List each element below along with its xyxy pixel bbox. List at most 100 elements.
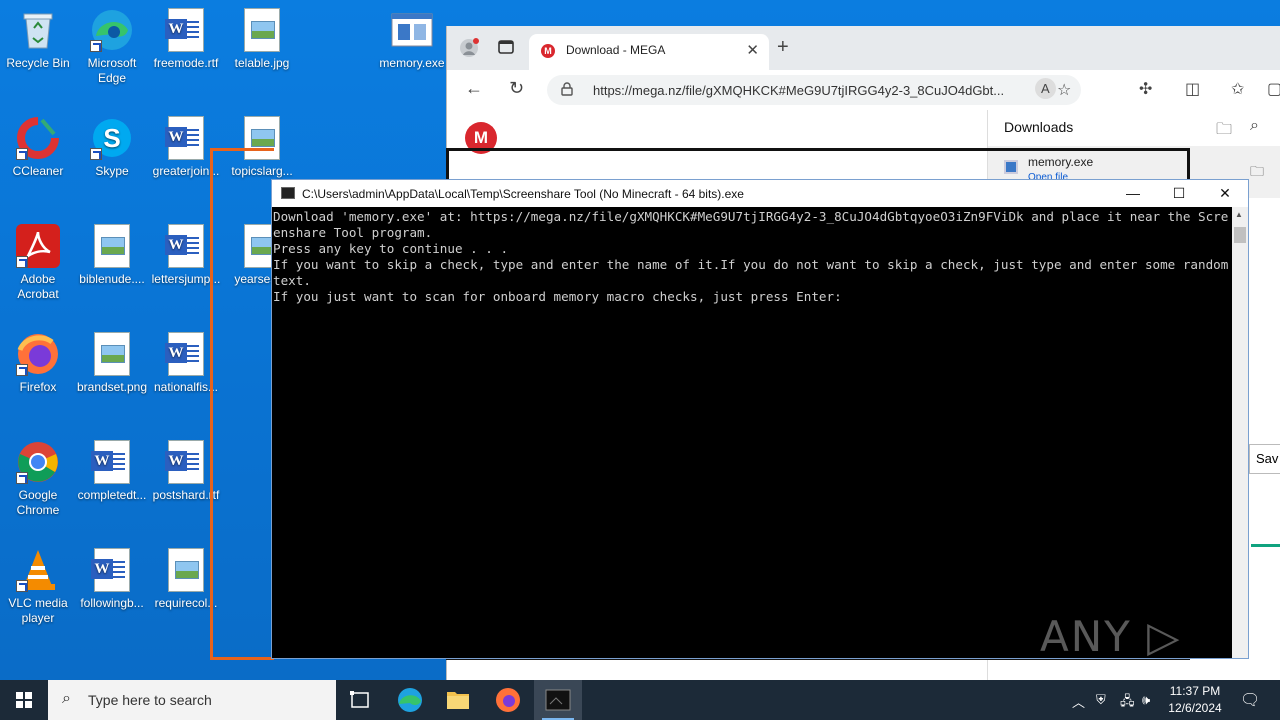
- mega-favicon-icon: M: [541, 44, 555, 58]
- desktop-icon-label: brandset.png: [76, 380, 148, 394]
- svg-text:S: S: [103, 123, 120, 153]
- windows-logo-icon: [16, 692, 32, 708]
- lock-icon[interactable]: [561, 82, 573, 99]
- word-document-icon: W: [164, 440, 208, 484]
- desktop-icon-label: Adobe Acrobat: [17, 272, 59, 301]
- taskbar-console[interactable]: [534, 680, 582, 720]
- new-tab-icon[interactable]: +: [777, 36, 789, 59]
- split-screen-icon[interactable]: ◫: [1185, 79, 1200, 99]
- open-downloads-folder-icon[interactable]: 🗀: [1216, 118, 1232, 145]
- address-bar[interactable]: https://mega.nz/file/gXMQHKCK#MeG9U7tjIR…: [547, 75, 1081, 105]
- task-view-button[interactable]: [336, 680, 384, 720]
- folder-icon: [447, 692, 469, 709]
- favorite-star-icon[interactable]: ☆: [1057, 80, 1071, 100]
- desktop-icon-label: VLC media player: [8, 596, 68, 625]
- desktop-icon-skype[interactable]: S Skype: [74, 116, 150, 179]
- collections-icon[interactable]: ▢: [1267, 79, 1280, 99]
- taskbar-search[interactable]: ⌕ Type here to search: [48, 680, 336, 720]
- desktop-icon-label: followingb...: [80, 596, 144, 610]
- desktop-icon-image-file[interactable]: brandset.png: [74, 332, 150, 395]
- desktop-icon-label: Google Chrome: [16, 488, 60, 517]
- desktop-icon-label: completedt...: [77, 488, 147, 502]
- extensions-icon[interactable]: ✣: [1139, 79, 1152, 99]
- desktop-icon-image-file[interactable]: telable.jpg: [224, 8, 300, 71]
- network-icon[interactable]: 🖧: [1120, 692, 1135, 714]
- desktop-icon-image-file[interactable]: biblenude....: [74, 224, 150, 287]
- desktop-icon-adobe-acrobat[interactable]: Adobe Acrobat: [0, 224, 76, 302]
- security-icon[interactable]: ⛨: [1096, 692, 1106, 708]
- url-text: https://mega.nz/file/gXMQHKCK#MeG9U7tjIR…: [593, 83, 1005, 98]
- image-file-icon: [164, 548, 208, 592]
- desktop-icon-label: Firefox: [19, 380, 57, 394]
- recycle-bin-icon: [16, 8, 60, 52]
- desktop-icon-word-document[interactable]: W freemode.rtf: [148, 8, 224, 71]
- close-tab-icon[interactable]: ✕: [746, 41, 759, 59]
- firefox-icon: [496, 688, 520, 712]
- acrobat-icon: [16, 224, 60, 268]
- console-scrollbar[interactable]: ▲: [1232, 207, 1248, 658]
- desktop-icon-recycle-bin[interactable]: Recycle Bin: [0, 8, 76, 71]
- browser-tab-bar: M Download - MEGA ✕ +: [447, 26, 1280, 70]
- word-document-icon: W: [164, 332, 208, 376]
- console-titlebar[interactable]: C:\Users\admin\AppData\Local\Temp\Screen…: [272, 180, 1248, 207]
- taskbar-edge[interactable]: [386, 680, 434, 720]
- address-bar-row: ← ↻ https://mega.nz/file/gXMQHKCK#MeG9U7…: [447, 70, 1280, 110]
- desktop-icon-label: biblenude....: [79, 272, 145, 286]
- progress-accent: [1251, 544, 1280, 547]
- profile-icon[interactable]: [459, 38, 479, 63]
- desktop-icon-label: memory.exe: [379, 56, 445, 70]
- desktop-icon-vlc[interactable]: VLC media player: [0, 548, 76, 626]
- skype-icon: S: [90, 116, 134, 160]
- show-in-folder-icon[interactable]: 🗀: [1250, 161, 1264, 185]
- clock-date: 12/6/2024: [1168, 701, 1222, 715]
- maximize-button[interactable]: ☐: [1156, 180, 1202, 207]
- desktop-icon-firefox[interactable]: Firefox: [0, 332, 76, 395]
- desktop-icon-microsoft-edge[interactable]: Microsoft Edge: [74, 8, 150, 86]
- executable-icon: [390, 8, 434, 52]
- taskbar: ⌕ Type here to search ︿ ⛨ 🖧 🕪 11:37 PM 1…: [0, 680, 1280, 720]
- close-button[interactable]: ✕: [1202, 180, 1248, 207]
- desktop-icon-word-document[interactable]: W completedt...: [74, 440, 150, 503]
- search-downloads-icon[interactable]: ⌕: [1250, 117, 1259, 135]
- taskbar-firefox[interactable]: [484, 680, 532, 720]
- downloads-title: Downloads: [1004, 119, 1074, 135]
- taskbar-file-explorer[interactable]: [434, 680, 482, 720]
- word-document-icon: W: [90, 548, 134, 592]
- desktop-icon-word-document[interactable]: W followingb...: [74, 548, 150, 611]
- desktop-icon-label: Recycle Bin: [6, 56, 70, 70]
- notifications-icon[interactable]: 🗨: [1240, 690, 1260, 710]
- desktop-icon-label: telable.jpg: [234, 56, 290, 70]
- scroll-thumb[interactable]: [1234, 227, 1246, 243]
- console-icon: [545, 689, 571, 711]
- word-document-icon: W: [164, 116, 208, 160]
- edge-icon: [398, 688, 422, 712]
- console-window: C:\Users\admin\AppData\Local\Temp\Screen…: [271, 179, 1249, 659]
- search-placeholder: Type here to search: [88, 692, 212, 708]
- desktop-icon-memory-exe[interactable]: memory.exe: [374, 8, 450, 71]
- ccleaner-icon: [16, 116, 60, 160]
- desktop-icon-google-chrome[interactable]: Google Chrome: [0, 440, 76, 518]
- vlc-icon: [16, 548, 60, 592]
- scroll-up-icon[interactable]: ▲: [1235, 210, 1243, 219]
- console-output[interactable]: Download 'memory.exe' at: https://mega.n…: [273, 209, 1233, 305]
- taskbar-clock[interactable]: 11:37 PM 12/6/2024: [1160, 683, 1230, 717]
- read-aloud-icon[interactable]: A: [1035, 78, 1056, 99]
- save-button[interactable]: Sav: [1249, 444, 1280, 474]
- start-button[interactable]: [0, 680, 48, 720]
- back-icon[interactable]: ←: [465, 78, 483, 99]
- console-title: C:\Users\admin\AppData\Local\Temp\Screen…: [302, 187, 744, 201]
- chrome-icon: [16, 440, 60, 484]
- favorites-icon[interactable]: ✩: [1231, 79, 1244, 99]
- tab-download-mega[interactable]: M Download - MEGA ✕: [529, 34, 769, 70]
- desktop-icon-label: CCleaner: [12, 164, 64, 178]
- refresh-icon[interactable]: ↻: [509, 78, 524, 99]
- image-file-icon: [90, 332, 134, 376]
- minimize-button[interactable]: —: [1110, 180, 1156, 207]
- search-icon: ⌕: [62, 690, 71, 707]
- desktop-icon-label: Microsoft Edge: [87, 56, 137, 85]
- volume-icon[interactable]: 🕪: [1142, 692, 1150, 708]
- desktop-icon-ccleaner[interactable]: CCleaner: [0, 116, 76, 179]
- show-hidden-icons[interactable]: ︿: [1072, 692, 1085, 711]
- tab-actions-icon[interactable]: [497, 38, 515, 61]
- clock-time: 11:37 PM: [1169, 684, 1221, 698]
